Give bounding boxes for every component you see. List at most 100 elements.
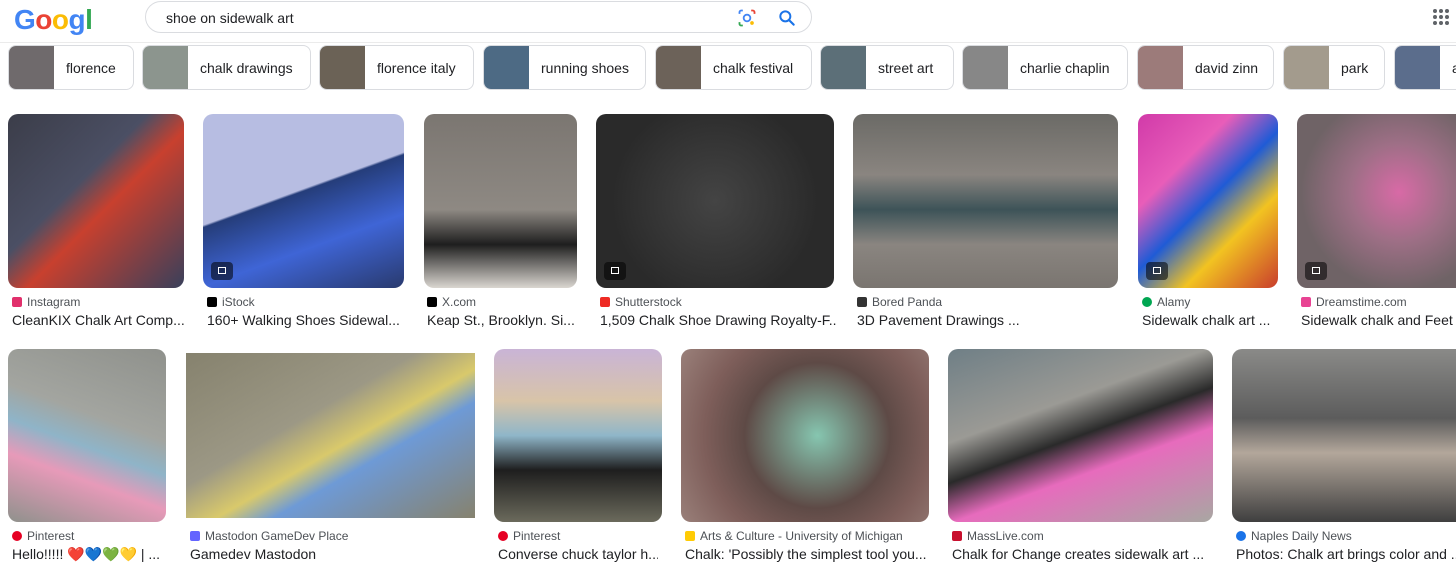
- chip-thumbnail: [1138, 46, 1183, 89]
- result-title[interactable]: Sidewalk chalk art ...: [1142, 312, 1278, 328]
- result-thumbnail[interactable]: [853, 114, 1118, 288]
- header-divider: [0, 42, 1456, 43]
- result-title[interactable]: 160+ Walking Shoes Sidewal...: [207, 312, 403, 328]
- chip-thumbnail: [9, 46, 54, 89]
- search-box[interactable]: [145, 1, 812, 33]
- search-input[interactable]: [164, 7, 728, 29]
- result-title[interactable]: Sidewalk chalk and Feet s: [1301, 312, 1456, 328]
- chip-florence-italy[interactable]: florence italy: [319, 45, 474, 90]
- chip-chalk-festival[interactable]: chalk festival: [655, 45, 812, 90]
- chip-chalk-drawings[interactable]: chalk drawings: [142, 45, 311, 90]
- result-title[interactable]: Gamedev Mastodon: [190, 546, 470, 562]
- source-name: Instagram: [27, 295, 81, 309]
- chip-park[interactable]: park: [1283, 45, 1385, 90]
- chip-label: running shoes: [541, 59, 629, 76]
- michigan-icon: [685, 531, 695, 541]
- logo-letter: o: [51, 4, 69, 35]
- result-source: MassLive.com: [952, 529, 1044, 543]
- logo-letter: l: [85, 4, 93, 35]
- result-source: Bored Panda: [857, 295, 942, 309]
- chip-label: florence: [66, 59, 116, 76]
- result-title[interactable]: Photos: Chalk art brings color and ...: [1236, 546, 1456, 562]
- chip-charlie-chaplin[interactable]: charlie chaplin: [962, 45, 1128, 90]
- alamy-icon: [1142, 297, 1152, 307]
- logo-letter: G: [14, 4, 36, 35]
- google-lens-icon[interactable]: [737, 8, 757, 28]
- result-thumbnail[interactable]: [8, 114, 184, 288]
- result-source: Pinterest: [498, 529, 560, 543]
- chip-label: a: [1440, 60, 1456, 76]
- result-source: Alamy: [1142, 295, 1190, 309]
- source-name: Mastodon GameDev Place: [205, 529, 349, 543]
- result-title[interactable]: Hello!!!!! ❤️💙💚💛 | ...: [12, 546, 168, 563]
- source-name: Bored Panda: [872, 295, 943, 309]
- chip-david-zinn[interactable]: david zinn: [1137, 45, 1274, 90]
- result-title[interactable]: Chalk: 'Possibly the simplest tool you..…: [685, 546, 928, 562]
- result-thumbnail[interactable]: [424, 114, 577, 288]
- pinterest-icon: [12, 531, 22, 541]
- result-title[interactable]: Chalk for Change creates sidewalk art ..…: [952, 546, 1212, 562]
- photo-badge-icon: [1146, 262, 1168, 280]
- result-thumbnail[interactable]: [1297, 114, 1456, 288]
- result-thumbnail[interactable]: [494, 349, 662, 522]
- result-title[interactable]: 1,509 Chalk Shoe Drawing Royalty-F...: [600, 312, 836, 328]
- result-source: Mastodon GameDev Place: [190, 529, 348, 543]
- result-source: iStock: [207, 295, 255, 309]
- chip-running-shoes[interactable]: running shoes: [483, 45, 646, 90]
- chip-street-art[interactable]: street art: [820, 45, 954, 90]
- chip-florence[interactable]: florence: [8, 45, 134, 90]
- result-title[interactable]: CleanKIX Chalk Art Comp...: [12, 312, 188, 328]
- chip-label: florence italy: [377, 59, 456, 76]
- result-title[interactable]: Keap St., Brooklyn. Si...: [427, 312, 577, 328]
- mastodon-icon: [190, 531, 200, 541]
- source-name: iStock: [222, 295, 255, 309]
- x-icon: [427, 297, 437, 307]
- source-name: Arts & Culture - University of Michigan: [700, 529, 903, 543]
- result-title[interactable]: Converse chuck taylor h...: [498, 546, 658, 562]
- result-thumbnail[interactable]: [596, 114, 834, 288]
- apps-grid-icon[interactable]: [1432, 8, 1450, 26]
- google-logo[interactable]: Google: [14, 4, 98, 67]
- result-source: Naples Daily News: [1236, 529, 1352, 543]
- source-name: MassLive.com: [967, 529, 1044, 543]
- source-name: Alamy: [1157, 295, 1191, 309]
- chip-label: chalk festival: [713, 59, 794, 76]
- result-source: Instagram: [12, 295, 80, 309]
- chip-thumbnail: [143, 46, 188, 89]
- chip-label: charlie chaplin: [1020, 59, 1110, 76]
- result-source: Shutterstock: [600, 295, 682, 309]
- bored-panda-icon: [857, 297, 867, 307]
- result-thumbnail[interactable]: [186, 353, 475, 518]
- result-thumbnail[interactable]: [681, 349, 929, 522]
- result-thumbnail[interactable]: [1138, 114, 1278, 288]
- instagram-icon: [12, 297, 22, 307]
- source-name: Pinterest: [513, 529, 561, 543]
- pinterest-icon: [498, 531, 508, 541]
- chip-thumbnail: [1395, 46, 1440, 89]
- chip-thumbnail: [1284, 46, 1329, 89]
- source-name: Naples Daily News: [1251, 529, 1352, 543]
- result-thumbnail[interactable]: [948, 349, 1213, 522]
- logo-letter: o: [35, 4, 52, 35]
- istock-icon: [207, 297, 217, 307]
- photo-badge-icon: [604, 262, 626, 280]
- result-source: Pinterest: [12, 529, 74, 543]
- source-name: Dreamstime.com: [1316, 295, 1407, 309]
- logo-letter: g: [68, 4, 86, 35]
- chip-partial[interactable]: a: [1394, 45, 1456, 90]
- result-title[interactable]: 3D Pavement Drawings ...: [857, 312, 1117, 328]
- chip-thumbnail: [963, 46, 1008, 89]
- chip-label: chalk drawings: [200, 59, 293, 76]
- search-icon[interactable]: [777, 8, 797, 28]
- result-thumbnail[interactable]: [203, 114, 404, 288]
- chip-label: park: [1341, 59, 1369, 76]
- chip-label: street art: [878, 59, 934, 76]
- photo-badge-icon: [211, 262, 233, 280]
- naples-daily-news-icon: [1236, 531, 1246, 541]
- result-thumbnail[interactable]: [8, 349, 166, 522]
- dreamstime-icon: [1301, 297, 1311, 307]
- source-name: Shutterstock: [615, 295, 682, 309]
- shutterstock-icon: [600, 297, 610, 307]
- result-thumbnail[interactable]: [1232, 349, 1456, 522]
- photo-badge-icon: [1305, 262, 1327, 280]
